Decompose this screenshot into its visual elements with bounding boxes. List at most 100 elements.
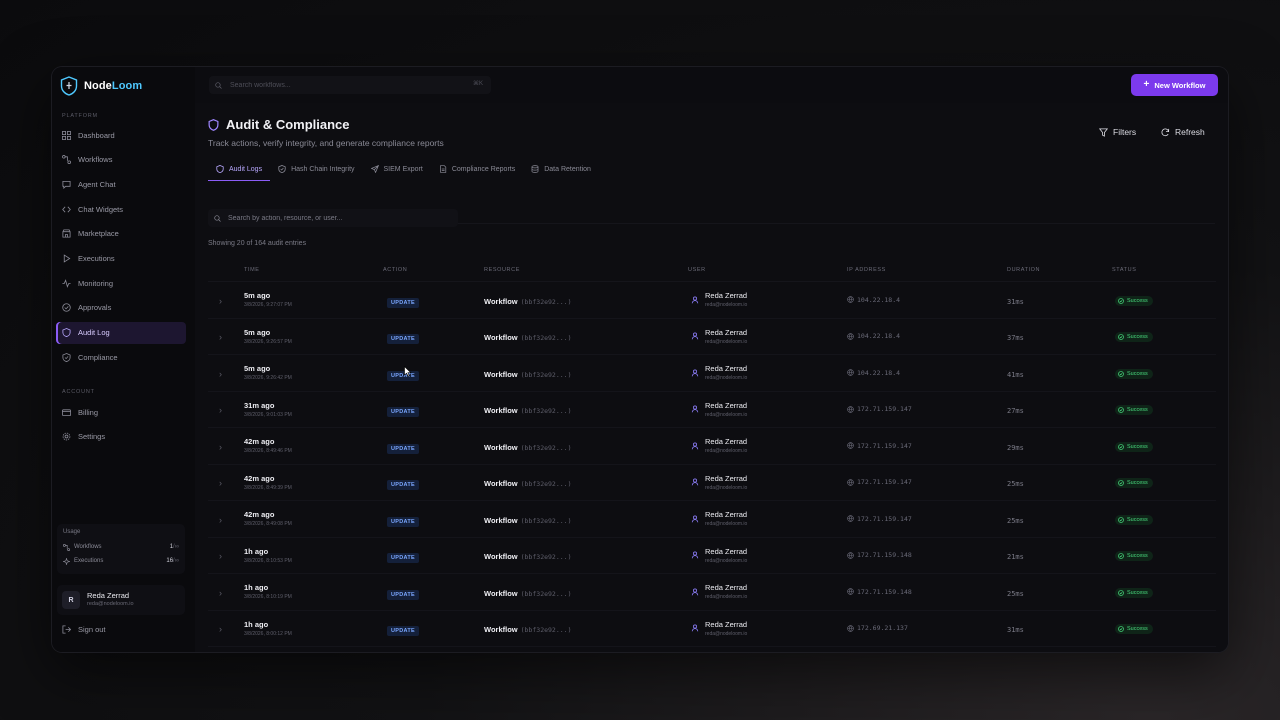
- table-row[interactable]: › 1h ago 3/8/2026, 8:10:53 PM UPDATE Workflo…: [208, 537, 1216, 574]
- chevron-right-icon[interactable]: ›: [219, 551, 222, 561]
- table-row[interactable]: › 31m ago 3/8/2026, 9:01:03 PM UPDATE Workfl…: [208, 391, 1216, 428]
- ip-cell: 104.22.18.4: [847, 354, 1007, 392]
- resource-name: Workflow: [484, 296, 518, 306]
- user-card[interactable]: R Reda Zerrad reda@nodeloom.io: [57, 585, 185, 615]
- column-header-duration: DURATION: [1007, 259, 1112, 282]
- time-cell: 5m ago 3/8/2026, 9:26:42 PM: [244, 354, 383, 392]
- expand-cell[interactable]: ›: [208, 537, 244, 574]
- expand-cell[interactable]: ›: [208, 281, 244, 319]
- table-row[interactable]: › 1h ago 3/8/2026, 8:00:12 PM UPDATE Workflo…: [208, 610, 1216, 647]
- expand-cell[interactable]: ›: [208, 610, 244, 647]
- time-cell: 5m ago 3/8/2026, 9:26:57 PM: [244, 318, 383, 355]
- user-icon: [691, 478, 699, 486]
- time-timestamp: 3/8/2026, 8:10:19 PM: [244, 594, 292, 601]
- chevron-right-icon[interactable]: ›: [219, 515, 222, 525]
- table-row[interactable]: › 5m ago 3/8/2026, 9:26:57 PM UPDATE Workflo…: [208, 318, 1216, 355]
- action-cell: UPDATE: [383, 500, 484, 538]
- status-badge: Success: [1115, 368, 1153, 379]
- time-timestamp: 3/8/2026, 9:01:03 PM: [244, 411, 292, 418]
- status-badge: Success: [1115, 332, 1153, 343]
- new-workflow-button[interactable]: + New Workflow: [1131, 74, 1218, 96]
- search-workflows[interactable]: ⌘K: [209, 76, 491, 94]
- table-row[interactable]: › 42m ago 3/8/2026, 8:49:46 PM UPDATE Workfl…: [208, 427, 1216, 465]
- time-relative: 5m ago: [244, 291, 271, 301]
- chevron-right-icon[interactable]: ›: [219, 478, 222, 488]
- sign-out-button[interactable]: Sign out: [62, 625, 106, 634]
- filters-button[interactable]: Filters: [1099, 127, 1136, 137]
- expand-cell[interactable]: ›: [208, 391, 244, 428]
- user-name: Reda Zerrad: [87, 591, 130, 600]
- sidebar-item-approvals[interactable]: Approvals: [56, 297, 186, 319]
- table-row[interactable]: › 5m ago 3/8/2026, 9:26:42 PM UPDATE Workflo…: [208, 354, 1216, 392]
- table-row[interactable]: › 5m ago 3/8/2026, 9:27:07 PM UPDATE Workflo…: [208, 281, 1216, 319]
- time-relative: 31m ago: [244, 400, 275, 410]
- sidebar-item-chat-widgets[interactable]: Chat Widgets: [56, 198, 186, 220]
- status-badge: Success: [1115, 624, 1153, 635]
- resource-cell: Workflow (bbf32e92...): [484, 318, 688, 355]
- expand-cell[interactable]: ›: [208, 427, 244, 465]
- resource-name: Workflow: [484, 442, 518, 452]
- resource-id: (bbf32e92...): [520, 407, 572, 416]
- tab-compliance-reports[interactable]: Compliance Reports: [431, 159, 523, 179]
- audit-search[interactable]: [208, 209, 458, 227]
- ip-address: 172.71.159.147: [857, 514, 912, 523]
- resource-cell: Workflow (bbf32e92...): [484, 537, 688, 574]
- resource-name: Workflow: [484, 625, 518, 635]
- expand-cell[interactable]: ›: [208, 318, 244, 355]
- expand-cell[interactable]: ›: [208, 500, 244, 538]
- chevron-right-icon[interactable]: ›: [219, 369, 222, 379]
- sidebar-item-dashboard[interactable]: Dashboard: [56, 124, 186, 146]
- audit-search-input[interactable]: [226, 213, 450, 223]
- action-cell: UPDATE: [383, 610, 484, 647]
- action-badge: UPDATE: [387, 407, 420, 418]
- refresh-button[interactable]: Refresh: [1161, 127, 1205, 137]
- sidebar-item-agent-chat[interactable]: Agent Chat: [56, 173, 186, 195]
- expand-column-header: [208, 259, 244, 282]
- tab-hash-chain-integrity[interactable]: Hash Chain Integrity: [270, 159, 362, 179]
- time-cell: 5m ago 3/8/2026, 9:27:07 PM: [244, 281, 383, 319]
- sidebar-item-billing[interactable]: Billing: [56, 401, 186, 423]
- chevron-right-icon[interactable]: ›: [219, 588, 222, 598]
- chevron-right-icon[interactable]: ›: [219, 405, 222, 415]
- user-icon: [691, 296, 699, 304]
- search-workflows-input[interactable]: [228, 80, 462, 90]
- grid-icon: [62, 130, 71, 140]
- sidebar-item-audit-log[interactable]: Audit Log: [56, 321, 186, 344]
- chevron-right-icon[interactable]: ›: [219, 296, 222, 306]
- resource-id: (bbf32e92...): [520, 334, 572, 343]
- action-badge: UPDATE: [387, 480, 420, 491]
- user-cell: Reda Zerrad reda@nodeloom.io: [688, 281, 847, 319]
- expand-cell[interactable]: ›: [208, 354, 244, 392]
- brand[interactable]: NodeLoom: [60, 75, 142, 97]
- table-row[interactable]: › 42m ago 3/8/2026, 8:49:39 PM UPDATE Workfl…: [208, 464, 1216, 501]
- time-cell: 1h ago 3/8/2026, 8:00:12 PM: [244, 610, 383, 647]
- expand-cell[interactable]: ›: [208, 464, 244, 501]
- chevron-right-icon[interactable]: ›: [219, 332, 222, 342]
- sidebar-item-compliance[interactable]: Compliance: [56, 346, 186, 368]
- tab-siem-export[interactable]: SIEM Export: [363, 159, 431, 179]
- ip-cell: 104.22.18.4: [847, 281, 1007, 319]
- send-icon: [370, 165, 379, 173]
- resource-cell: Workflow (bbf32e92...): [484, 464, 688, 501]
- duration-cell: 25ms: [1007, 464, 1112, 501]
- chevron-right-icon[interactable]: ›: [219, 442, 222, 452]
- sidebar-item-workflows[interactable]: Workflows: [56, 149, 186, 171]
- sidebar-item-executions[interactable]: Executions: [56, 247, 186, 269]
- user-name: Reda Zerrad: [705, 400, 748, 410]
- user-email: reda@nodeloom.io: [87, 601, 134, 607]
- sidebar-item-marketplace[interactable]: Marketplace: [56, 223, 186, 245]
- tab-data-retention[interactable]: Data Retention: [523, 159, 599, 179]
- resource-name: Workflow: [484, 333, 518, 343]
- table-row[interactable]: › 1h ago 3/8/2026, 8:10:19 PM UPDATE Workflo…: [208, 573, 1216, 611]
- expand-cell[interactable]: ›: [208, 573, 244, 611]
- ip-cell: 172.71.159.147: [847, 427, 1007, 465]
- chevron-right-icon[interactable]: ›: [219, 624, 222, 634]
- sidebar-item-settings[interactable]: Settings: [56, 426, 186, 448]
- action-cell: UPDATE: [383, 573, 484, 611]
- table-row[interactable]: › 42m ago 3/8/2026, 8:49:08 PM UPDATE Workfl…: [208, 500, 1216, 538]
- resource-name: Workflow: [484, 406, 518, 416]
- sidebar: NodeLoom PLATFORM Dashboard Workflows Ag…: [52, 67, 196, 652]
- sidebar-item-monitoring[interactable]: Monitoring: [56, 272, 186, 294]
- tab-audit-logs[interactable]: Audit Logs: [208, 159, 271, 181]
- resource-id: (bbf32e92...): [520, 480, 572, 489]
